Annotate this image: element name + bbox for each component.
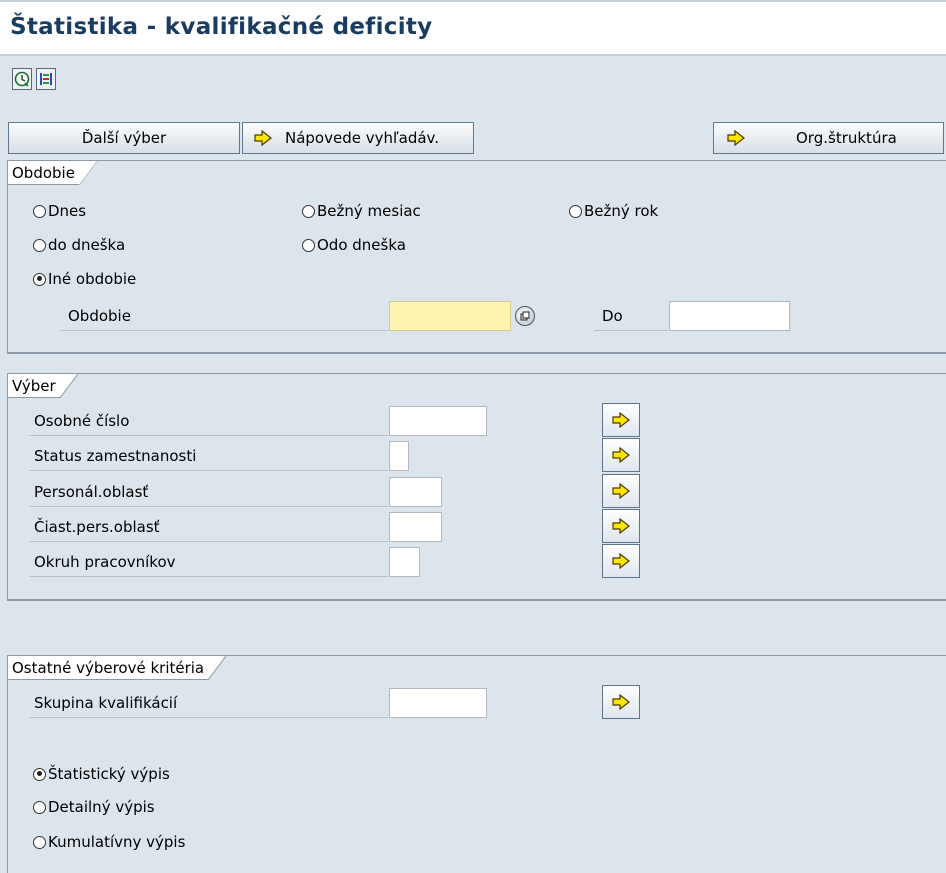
radio-detailed-list-label: Detailný výpis [48, 798, 155, 816]
radio-current-year[interactable]: Bežný rok [569, 202, 658, 220]
radio-statistical-list-label: Štatistický výpis [48, 765, 170, 783]
period-group: Obdobie Dnes Bežný mesiac Bežný rok do d… [7, 160, 946, 354]
radio-button[interactable] [302, 204, 315, 218]
search-help-label: Nápovede vyhľadáv. [285, 129, 440, 147]
employee-group-input[interactable] [389, 547, 420, 577]
tab-slant [208, 656, 227, 680]
multiple-selection-button[interactable] [602, 438, 640, 472]
radio-button[interactable] [33, 800, 46, 814]
multiple-selection-icon[interactable] [515, 306, 535, 326]
multiple-selection-button[interactable] [602, 685, 640, 719]
radio-until-today-label: do dneška [48, 236, 126, 254]
period-group-title: Obdobie [8, 161, 79, 185]
radio-button-selected[interactable] [33, 767, 46, 781]
tab-slant [59, 374, 78, 398]
qualification-group-label: Skupina kvalifikácií [29, 688, 388, 718]
selection-group: Výber Osobné číslo Status zamestnanosti … [7, 373, 946, 601]
multiple-selection-button[interactable] [602, 403, 640, 437]
arrow-right-icon [253, 130, 273, 146]
personnel-subarea-label: Čiast.pers.oblasť [29, 512, 388, 542]
arrow-right-icon [612, 447, 630, 463]
radio-cumulative-list-label: Kumulatívny výpis [48, 833, 186, 851]
arrow-right-icon [612, 553, 630, 569]
radio-until-today[interactable]: do dneška [33, 236, 125, 254]
employment-status-input[interactable] [389, 441, 409, 471]
radio-button-selected[interactable] [33, 272, 46, 286]
org-structure-label: Org.štruktúra [796, 129, 897, 147]
personnel-area-input[interactable] [389, 477, 442, 507]
application-toolbar [0, 56, 946, 106]
execute-icon[interactable] [12, 68, 32, 90]
other-criteria-group-header: Ostatné výberové kritéria [8, 656, 227, 680]
radio-cumulative-list[interactable]: Kumulatívny výpis [33, 833, 185, 851]
employee-group-label: Okruh pracovníkov [29, 547, 388, 577]
selection-group-title: Výber [8, 374, 60, 398]
employment-status-label: Status zamestnanosti [29, 441, 388, 471]
radio-current-year-label: Bežný rok [584, 202, 659, 220]
further-selection-label: Ďalší výber [81, 129, 167, 147]
search-help-button[interactable]: Nápovede vyhľadáv. [242, 122, 474, 154]
tab-slant [78, 161, 97, 185]
selection-options-icon[interactable] [36, 68, 56, 90]
period-from-input[interactable] [389, 301, 511, 331]
arrow-right-icon [612, 518, 630, 534]
arrow-right-icon [612, 694, 630, 710]
to-label: Do [594, 301, 668, 331]
radio-current-month[interactable]: Bežný mesiac [302, 202, 421, 220]
multiple-selection-button[interactable] [602, 544, 640, 578]
page-title: Štatistika - kvalifikačné deficity [10, 14, 433, 40]
multiple-selection-button[interactable] [602, 474, 640, 508]
further-selection-button[interactable]: Ďalší výber [8, 122, 240, 154]
multiple-selection-button[interactable] [602, 509, 640, 543]
radio-from-today[interactable]: Odo dneška [302, 236, 406, 254]
radio-from-today-label: Odo dneška [317, 236, 406, 254]
personnel-number-label: Osobné číslo [29, 406, 388, 436]
other-criteria-group-title: Ostatné výberové kritéria [8, 656, 209, 680]
radio-today[interactable]: Dnes [33, 202, 86, 220]
radio-button[interactable] [33, 238, 46, 252]
selection-group-header: Výber [8, 374, 78, 398]
radio-current-month-label: Bežný mesiac [317, 202, 421, 220]
personnel-subarea-input[interactable] [389, 512, 442, 542]
radio-button[interactable] [569, 204, 582, 218]
radio-detailed-list[interactable]: Detailný výpis [33, 798, 155, 816]
period-to-input[interactable] [669, 301, 790, 331]
arrow-right-icon [612, 483, 630, 499]
radio-button[interactable] [33, 835, 46, 849]
radio-other-period-label: Iné obdobie [48, 270, 137, 288]
arrow-right-icon [612, 412, 630, 428]
period-label: Obdobie [60, 301, 388, 331]
other-criteria-group: Ostatné výberové kritéria Skupina kvalif… [7, 655, 946, 873]
qualification-group-input[interactable] [389, 688, 487, 718]
arrow-right-icon [726, 130, 746, 146]
period-group-header: Obdobie [8, 161, 97, 185]
personnel-area-label: Personál.oblasť [29, 477, 388, 507]
personnel-number-input[interactable] [389, 406, 487, 436]
radio-today-label: Dnes [48, 202, 87, 220]
org-structure-button[interactable]: Org.štruktúra [713, 122, 944, 154]
radio-statistical-list[interactable]: Štatistický výpis [33, 765, 170, 783]
radio-button[interactable] [302, 238, 315, 252]
radio-other-period[interactable]: Iné obdobie [33, 270, 136, 288]
radio-button[interactable] [33, 204, 46, 218]
